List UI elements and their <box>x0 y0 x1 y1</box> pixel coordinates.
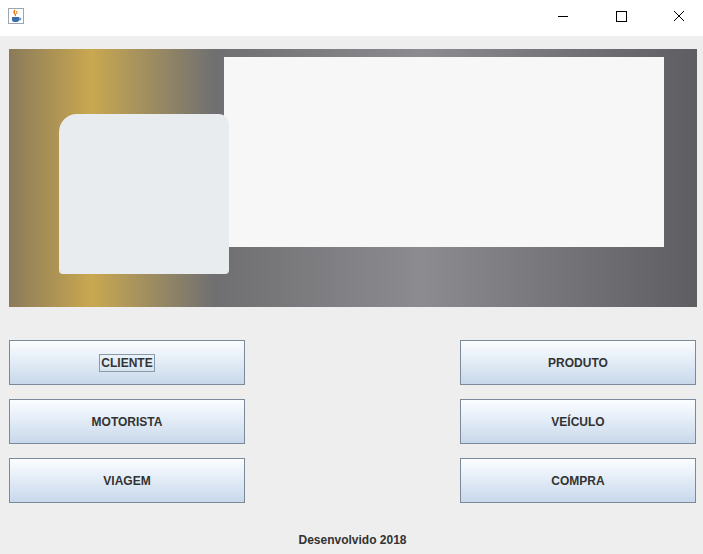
java-icon <box>8 8 24 24</box>
menu-button[interactable]: MOTORISTA <box>9 399 245 444</box>
button-label: VEÍCULO <box>549 413 606 431</box>
footer-text: Desenvolvido 2018 <box>9 533 696 547</box>
close-icon[interactable] <box>656 0 702 30</box>
menu-button[interactable]: CLIENTE <box>9 340 245 385</box>
button-grid: CLIENTE PRODUTO MOTORISTA VEÍCULO VIAGEM COMP… <box>9 340 696 503</box>
banner-photo <box>9 49 697 307</box>
title-bar <box>0 0 703 36</box>
button-label: MOTORISTA <box>90 413 165 431</box>
button-label: CLIENTE <box>99 354 154 372</box>
content-panel: CLIENTE PRODUTO MOTORISTA VEÍCULO VIAGEM COMP… <box>0 36 703 547</box>
menu-button[interactable]: PRODUTO <box>460 340 696 385</box>
menu-button[interactable]: VIAGEM <box>9 458 245 503</box>
maximize-icon[interactable] <box>598 0 644 30</box>
menu-button[interactable]: COMPRA <box>460 458 696 503</box>
truck-cab <box>59 114 229 274</box>
truck-shape <box>224 57 664 247</box>
app-window: CLIENTE PRODUTO MOTORISTA VEÍCULO VIAGEM COMP… <box>0 0 703 554</box>
button-label: PRODUTO <box>546 354 610 372</box>
button-label: COMPRA <box>549 472 606 490</box>
button-label: VIAGEM <box>101 472 152 490</box>
menu-button[interactable]: VEÍCULO <box>460 399 696 444</box>
minimize-icon[interactable] <box>540 0 586 30</box>
